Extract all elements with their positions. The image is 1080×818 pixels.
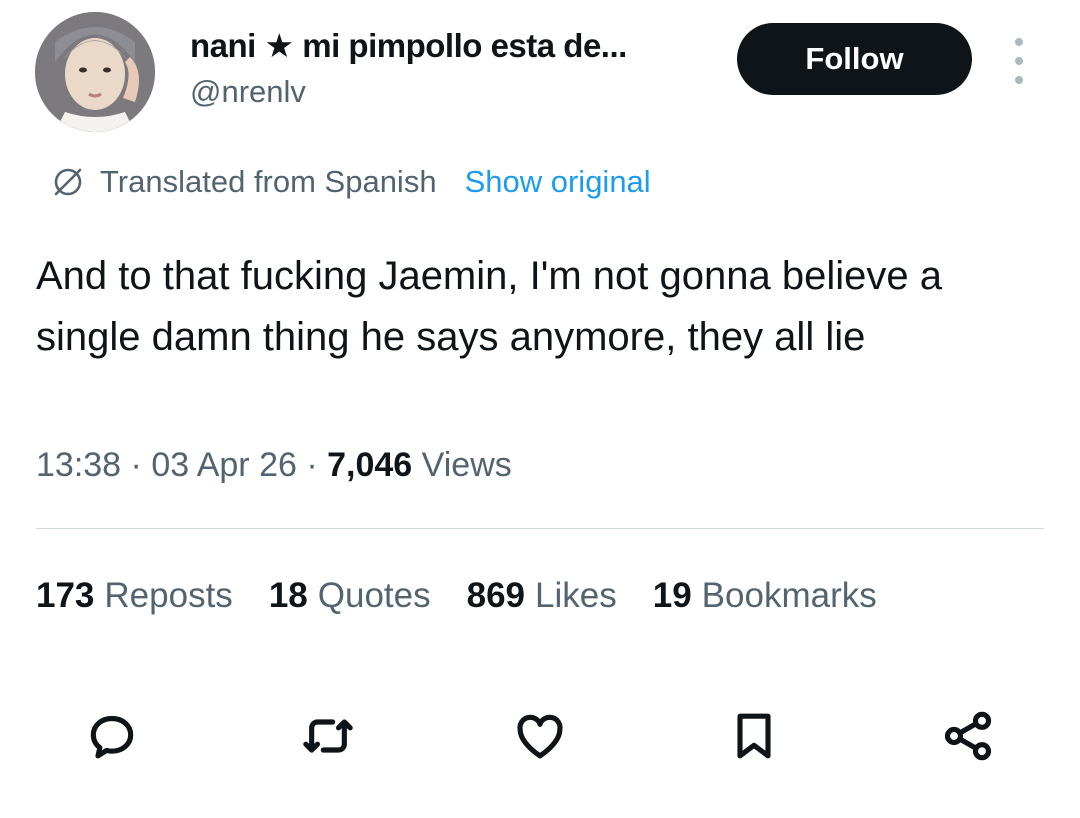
reposts-count: 173 xyxy=(36,576,95,615)
tweet-time[interactable]: 13:38 xyxy=(36,446,121,484)
quotes-count: 18 xyxy=(268,576,308,615)
translate-icon xyxy=(54,168,82,196)
show-original-link[interactable]: Show original xyxy=(465,164,651,200)
engagement-stats: 173 Reposts 18 Quotes 869 Likes 19 Bookmarks xyxy=(36,576,913,616)
bookmarks-count: 19 xyxy=(652,576,692,615)
translation-label: Translated from Spanish xyxy=(100,164,437,199)
reposts-label: Reposts xyxy=(104,576,233,615)
tweet-meta: 13:38 · 03 Apr 26 · 7,046 Views xyxy=(36,446,512,485)
reposts-stat[interactable]: 173 Reposts xyxy=(36,576,233,616)
share-icon[interactable] xyxy=(938,706,998,766)
reply-icon[interactable] xyxy=(82,706,142,766)
likes-count: 869 xyxy=(466,576,526,615)
translation-notice: Translated from Spanish Show original xyxy=(50,162,651,202)
tweet-text: And to that fucking Jaemin, I'm not gonn… xyxy=(36,254,942,359)
quotes-label: Quotes xyxy=(317,576,431,615)
views-label: Views xyxy=(421,446,512,484)
views-count: 7,046 xyxy=(327,446,413,484)
divider xyxy=(36,528,1044,529)
avatar[interactable] xyxy=(35,12,155,132)
more-options-icon[interactable] xyxy=(1006,38,1032,84)
separator-dot: · xyxy=(306,446,328,484)
separator-dot: · xyxy=(130,446,152,484)
quotes-stat[interactable]: 18 Quotes xyxy=(269,576,431,616)
bookmark-icon[interactable] xyxy=(724,706,784,766)
bookmarks-stat[interactable]: 19 Bookmarks xyxy=(653,576,877,616)
likes-label: Likes xyxy=(535,576,617,615)
tweet-date[interactable]: 03 Apr 26 xyxy=(151,446,297,484)
likes-stat[interactable]: 869 Likes xyxy=(467,576,617,616)
display-name[interactable]: nani ★ mi pimpollo esta de... xyxy=(190,26,627,65)
user-handle[interactable]: @nrenlv xyxy=(190,74,306,110)
follow-button[interactable]: Follow xyxy=(737,23,972,95)
bookmarks-label: Bookmarks xyxy=(701,576,877,615)
repost-icon[interactable] xyxy=(298,706,358,766)
like-icon[interactable] xyxy=(510,706,570,766)
